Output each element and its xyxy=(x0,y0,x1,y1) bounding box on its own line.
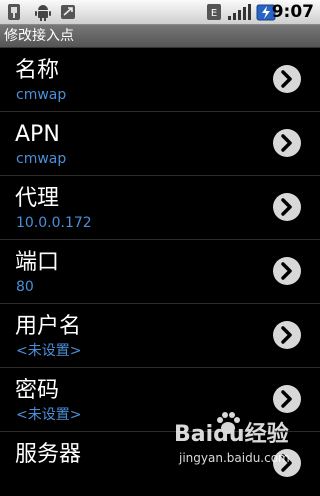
setting-row-apn[interactable]: APN cmwap xyxy=(0,112,320,176)
network-type-icon: E xyxy=(207,4,221,20)
setting-value: 10.0.0.172 xyxy=(16,215,92,231)
setting-label: 服务器 xyxy=(15,442,82,467)
settings-list: 名称 cmwap APN cmwap 代理 10.0.0.172 端口 80 用… xyxy=(0,48,320,496)
setting-row-password[interactable]: 密码 <未设置> xyxy=(0,368,320,432)
status-time: 9:07 xyxy=(271,2,314,22)
setting-value: 80 xyxy=(16,279,34,295)
chevron-right-icon xyxy=(273,321,301,349)
setting-label: 名称 xyxy=(15,58,60,83)
chevron-right-icon xyxy=(273,449,301,477)
setting-row-proxy[interactable]: 代理 10.0.0.172 xyxy=(0,176,320,240)
setting-row-username[interactable]: 用户名 <未设置> xyxy=(0,304,320,368)
chevron-right-icon xyxy=(273,193,301,221)
title-bar: 修改接入点 xyxy=(0,25,320,48)
chevron-right-icon xyxy=(273,129,301,157)
setting-row-port[interactable]: 端口 80 xyxy=(0,240,320,304)
setting-row-name[interactable]: 名称 cmwap xyxy=(0,48,320,112)
setting-label: 密码 xyxy=(15,378,60,403)
setting-label: APN xyxy=(15,122,60,147)
setting-row-server[interactable]: 服务器 xyxy=(0,432,320,496)
chevron-right-icon xyxy=(273,385,301,413)
missed-call-icon xyxy=(61,5,75,19)
setting-value: <未设置> xyxy=(16,343,82,359)
setting-label: 用户名 xyxy=(15,314,82,339)
android-icon xyxy=(35,5,51,21)
status-bar: E 9:07 xyxy=(0,0,320,25)
page-title: 修改接入点 xyxy=(4,28,74,44)
setting-label: 端口 xyxy=(15,250,60,275)
setting-value: cmwap xyxy=(16,151,67,167)
setting-value: <未设置> xyxy=(16,407,82,423)
chevron-right-icon xyxy=(273,65,301,93)
svg-text:E: E xyxy=(211,8,217,19)
setting-value: cmwap xyxy=(16,87,67,103)
usb-debug-icon xyxy=(8,4,20,20)
chevron-right-icon xyxy=(273,257,301,285)
signal-icon xyxy=(228,4,251,20)
setting-label: 代理 xyxy=(15,186,60,211)
